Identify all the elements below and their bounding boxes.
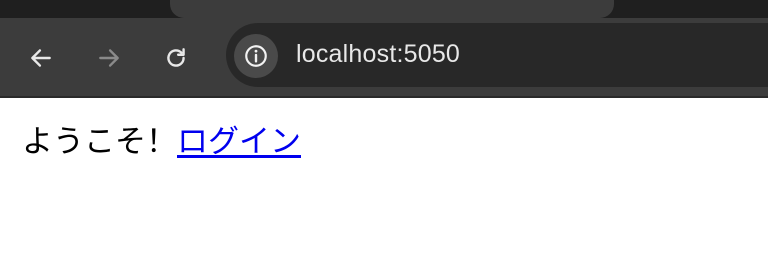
address-bar[interactable]: localhost:5050 bbox=[226, 23, 768, 87]
browser-chrome: localhost:5050 bbox=[0, 0, 768, 98]
back-button[interactable] bbox=[21, 38, 61, 78]
page-content: ようこそ！ログイン bbox=[0, 98, 768, 260]
url-text[interactable]: localhost:5050 bbox=[296, 40, 460, 69]
reload-icon bbox=[167, 48, 185, 67]
tab-strip bbox=[0, 0, 768, 18]
active-tab[interactable] bbox=[170, 0, 614, 18]
arrow-left-icon bbox=[31, 49, 51, 67]
site-info-button[interactable] bbox=[234, 34, 278, 78]
arrow-right-icon bbox=[99, 49, 119, 67]
info-icon bbox=[245, 45, 267, 67]
welcome-message: ようこそ！ログイン bbox=[22, 122, 301, 162]
reload-button[interactable] bbox=[156, 38, 196, 78]
browser-toolbar: localhost:5050 bbox=[0, 18, 768, 98]
login-link[interactable]: ログイン bbox=[177, 124, 301, 160]
forward-button[interactable] bbox=[89, 38, 129, 78]
greeting-text: ようこそ！ bbox=[22, 124, 177, 160]
